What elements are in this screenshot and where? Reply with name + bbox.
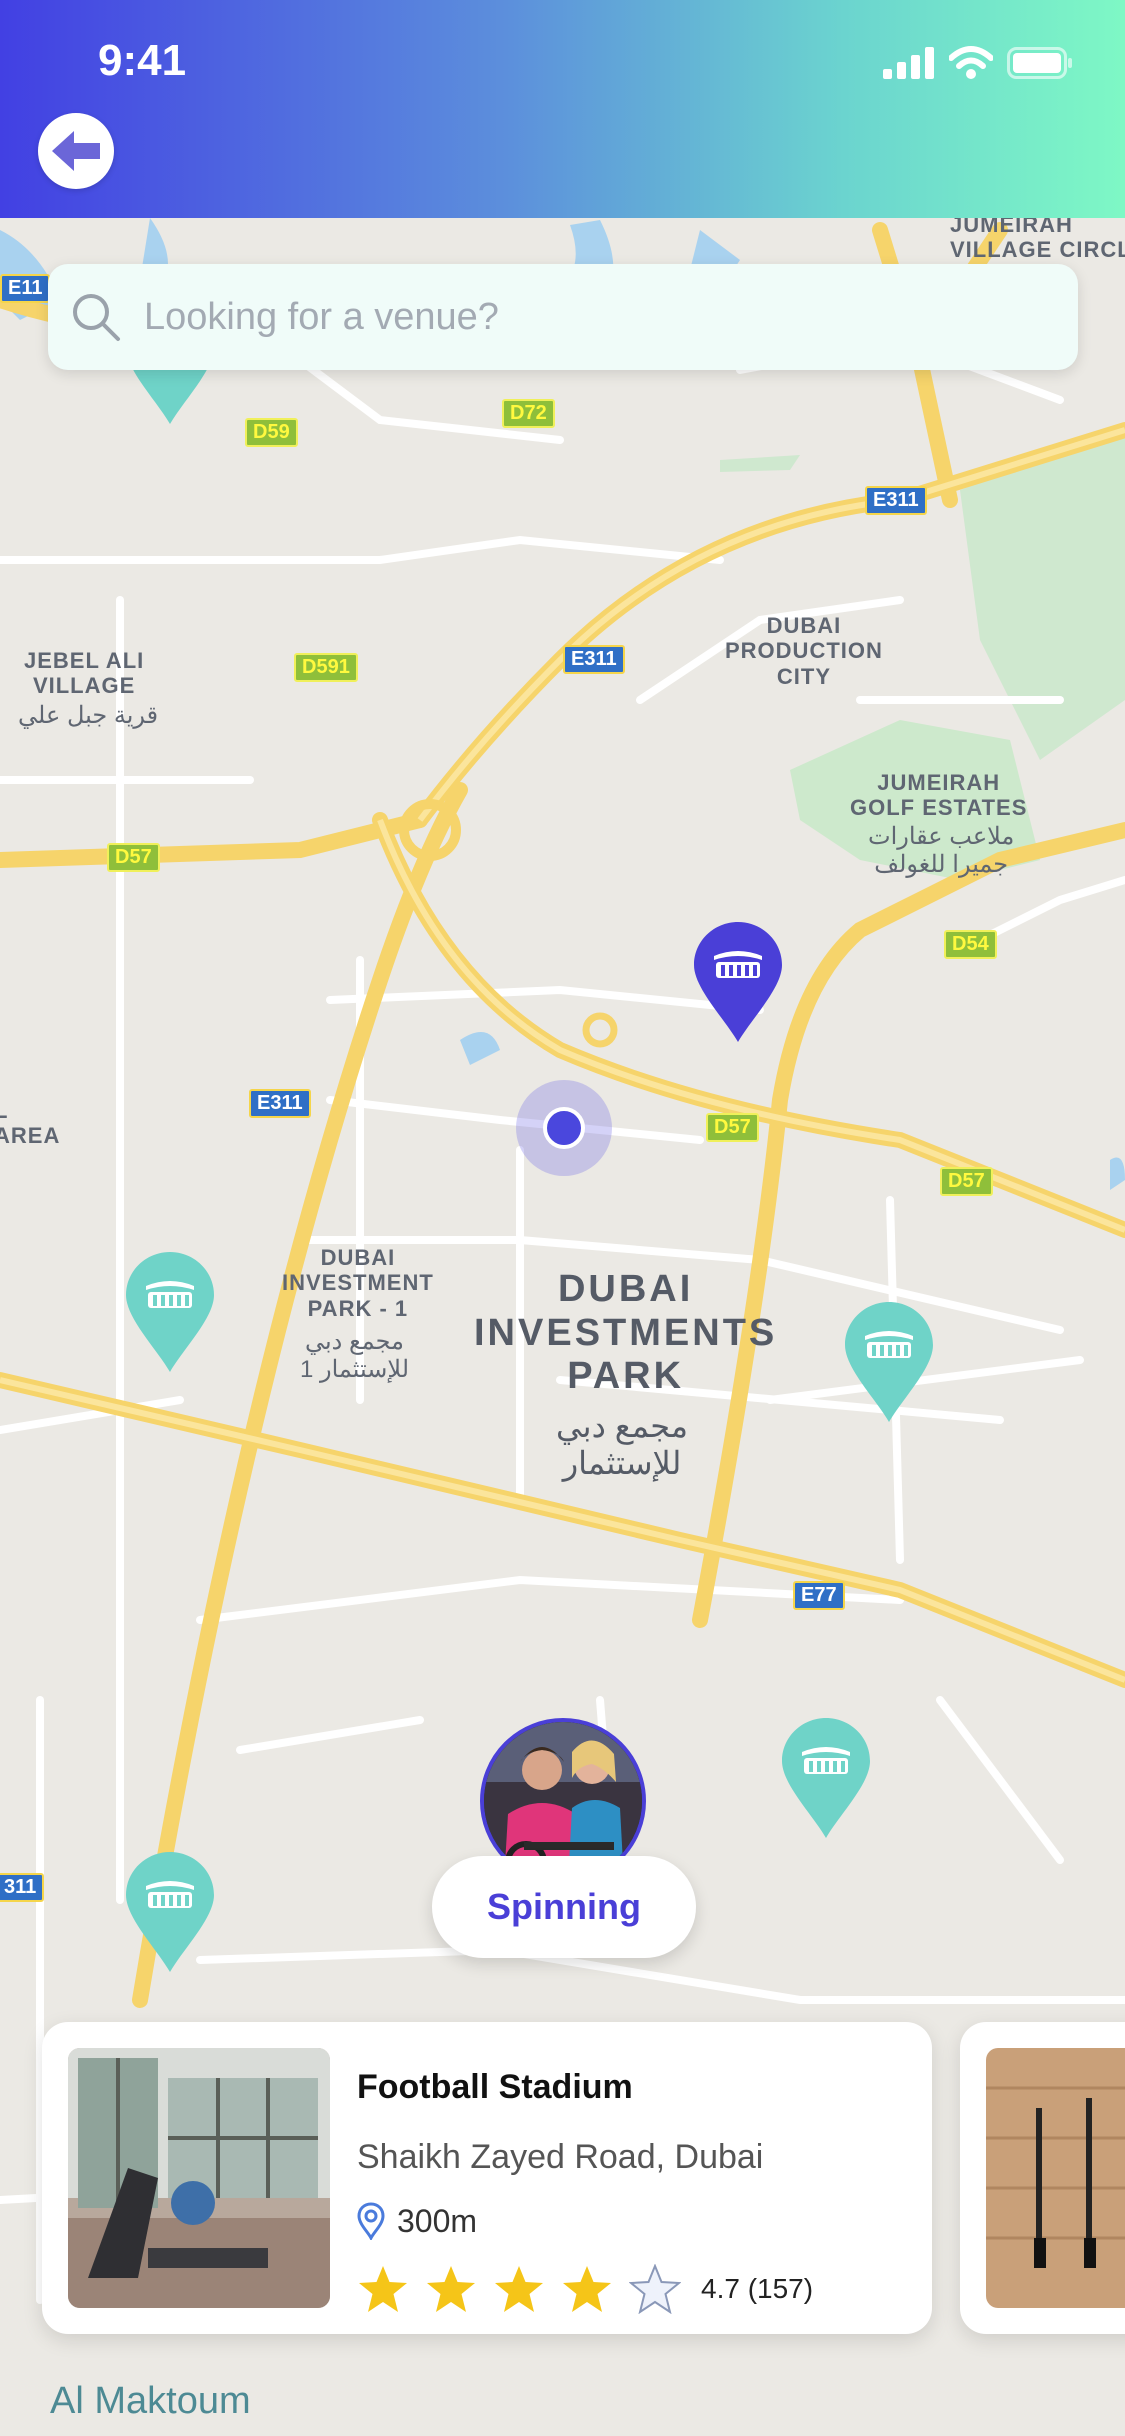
- venue-distance: 300m: [397, 2202, 478, 2239]
- map-label-dubai-production: DUBAI PRODUCTION CITY: [725, 613, 883, 689]
- venue-card-next[interactable]: [960, 2022, 1125, 2334]
- road-shield-e311-left: E311: [249, 1089, 311, 1118]
- road-shield-d54: D54: [944, 930, 997, 959]
- map-label-dip-ar: مجمع دبي للإستثمار: [556, 1408, 689, 1481]
- stadium-icon: [865, 1331, 913, 1358]
- venue-marker-3[interactable]: [845, 1302, 933, 1422]
- stadium-icon: [714, 951, 762, 978]
- stadium-icon: [802, 1747, 850, 1774]
- road-shield-e311-mid: E311: [563, 645, 625, 674]
- map-label-jumeirah-golf: JUMEIRAH GOLF ESTATES: [850, 770, 1028, 821]
- current-location-marker: [516, 1080, 612, 1176]
- road-shield-d591: D591: [294, 653, 358, 682]
- road-shield-e77: E77: [793, 1581, 845, 1610]
- stadium-icon: [146, 1881, 194, 1908]
- venue-marker-active[interactable]: [694, 922, 782, 1042]
- road-shield-d57-left: D57: [107, 843, 160, 872]
- venue-rating-text: 4.7 (157): [701, 2273, 814, 2304]
- search-input[interactable]: [144, 295, 1044, 339]
- venue-marker-2[interactable]: [126, 1252, 214, 1372]
- venue-title: Football Stadium: [357, 2068, 633, 2106]
- venue-marker-5[interactable]: [126, 1852, 214, 1972]
- map-label-dip1-ar: مجمع دبي للإستثمار 1: [300, 1328, 410, 1383]
- search-icon: [70, 291, 122, 343]
- stadium-icon: [146, 1281, 194, 1308]
- venue-photo-next: [986, 2048, 1125, 2308]
- map-label-jebel-ali-ar: قرية جبل علي: [18, 702, 159, 729]
- map-label-dip: DUBAI INVESTMENTS PARK: [474, 1268, 778, 1398]
- back-button[interactable]: [38, 113, 114, 189]
- star-empty-icon: [629, 2264, 681, 2314]
- road-shield-d59: D59: [245, 418, 298, 447]
- venue-card[interactable]: Football Stadium Shaikh Zayed Road, Duba…: [42, 2022, 932, 2334]
- spinning-label-pill[interactable]: Spinning: [432, 1856, 696, 1958]
- venue-address: Shaikh Zayed Road, Dubai: [357, 2138, 764, 2176]
- current-location-dot: [543, 1107, 585, 1149]
- venue-distance-row: 300m: [357, 2202, 477, 2240]
- road-shield-e311-top: E311: [865, 486, 927, 515]
- status-time: 9:41: [98, 36, 187, 85]
- star-filled-icon: [563, 2266, 611, 2312]
- map-label-left-area: L AREA: [0, 1098, 61, 1149]
- road-shield-e311-bottom: 311: [0, 1873, 45, 1902]
- road-shield-d72: D72: [502, 399, 555, 428]
- star-filled-icon: [359, 2266, 407, 2312]
- star-filled-icon: [427, 2266, 475, 2312]
- venue-photo: [68, 2048, 330, 2308]
- signal-icon: [883, 47, 934, 79]
- map-label-jumeirah-golf-ar: ملاعب عقارات جميرا للغولف: [868, 823, 1015, 878]
- road-shield-d57-mid: D57: [706, 1113, 759, 1142]
- header: 9:41: [0, 0, 1125, 218]
- arrow-left-icon: [52, 131, 100, 171]
- road-shield-d57-right: D57: [940, 1167, 993, 1196]
- map-label-jumeirah-village: JUMEIRAH VILLAGE CIRCLE: [950, 212, 1125, 263]
- road-shield-e11: E11: [0, 274, 51, 303]
- battery-icon: [1007, 47, 1072, 79]
- location-pin-icon: [357, 2202, 385, 2240]
- map-label-dip1: DUBAI INVESTMENT PARK - 1: [282, 1245, 434, 1321]
- venue-marker-4[interactable]: [782, 1718, 870, 1838]
- search-bar[interactable]: [48, 264, 1078, 370]
- map-label-jebel-ali: JEBEL ALI VILLAGE: [24, 648, 145, 699]
- map-label-al-maktoum: Al Maktoum: [50, 2380, 251, 2422]
- star-filled-icon: [495, 2266, 543, 2312]
- status-icons: [883, 46, 1073, 80]
- wifi-icon: [949, 46, 993, 79]
- venue-rating: 4.7 (157): [357, 2264, 813, 2314]
